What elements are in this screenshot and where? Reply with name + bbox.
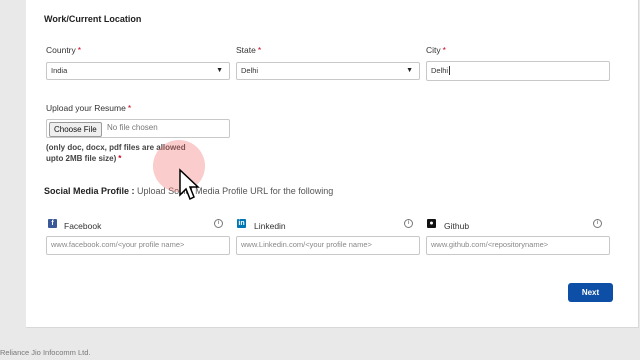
- github-icon: ●: [427, 219, 436, 228]
- info-icon[interactable]: i: [404, 219, 413, 228]
- facebook-label: Facebook: [64, 221, 102, 231]
- city-label: City *: [426, 45, 446, 55]
- city-input[interactable]: Delhi: [426, 61, 610, 81]
- chevron-down-icon: ▼: [406, 67, 413, 74]
- github-label: Github: [444, 221, 470, 231]
- section-title: Work/Current Location: [44, 14, 142, 24]
- github-input[interactable]: www.github.com/<repositoryname>: [426, 236, 610, 255]
- linkedin-icon: in: [237, 219, 246, 228]
- linkedin-input[interactable]: www.Linkedin.com/<your profile name>: [236, 236, 420, 255]
- state-select[interactable]: Delhi ▼: [236, 62, 420, 80]
- footer-text: Reliance Jio Infocomm Ltd.: [0, 348, 91, 357]
- facebook-input[interactable]: www.facebook.com/<your profile name>: [46, 236, 230, 255]
- info-icon[interactable]: i: [214, 219, 223, 228]
- state-label: State *: [236, 45, 262, 55]
- pointer-cursor-icon: [179, 168, 200, 201]
- facebook-icon: f: [48, 219, 57, 228]
- form-card: Work/Current Location Country * India ▼ St…: [26, 0, 639, 328]
- resume-file-input[interactable]: Choose File No file chosen: [46, 119, 230, 138]
- country-select[interactable]: India ▼: [46, 62, 230, 80]
- country-label: Country *: [46, 45, 82, 55]
- next-button[interactable]: Next: [568, 283, 613, 302]
- choose-file-button[interactable]: Choose File: [49, 122, 102, 137]
- linkedin-label: Linkedin: [254, 221, 286, 231]
- file-status: No file chosen: [107, 123, 158, 132]
- resume-label: Upload your Resume *: [46, 103, 132, 113]
- chevron-down-icon: ▼: [216, 67, 223, 74]
- info-icon[interactable]: i: [593, 219, 602, 228]
